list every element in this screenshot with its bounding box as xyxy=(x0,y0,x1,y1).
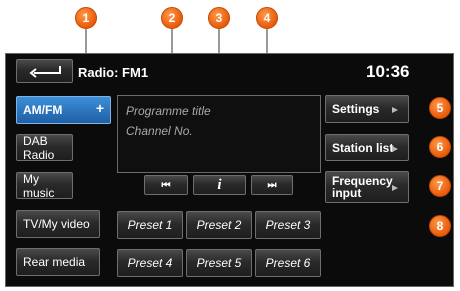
plus-icon: + xyxy=(95,100,104,116)
next-button[interactable]: ⏭ xyxy=(251,175,293,195)
station-list-button[interactable]: Station list xyxy=(325,134,409,161)
preset-3-button[interactable]: Preset 3 xyxy=(255,211,321,239)
channel-number: Channel No. xyxy=(126,124,193,138)
programme-title: Programme title xyxy=(126,104,211,118)
settings-label: Settings xyxy=(332,102,380,116)
preset-4-button[interactable]: Preset 4 xyxy=(117,249,183,277)
page-title: Radio: FM1 xyxy=(78,65,149,80)
sidebar-item-label: My music xyxy=(23,171,55,200)
preset-label: Preset 3 xyxy=(265,218,311,232)
chevron-right-icon xyxy=(392,181,398,193)
callout-1: 1 xyxy=(75,7,97,29)
preset-label: Preset 1 xyxy=(127,218,173,232)
station-list-label: Station list xyxy=(332,140,394,155)
previous-icon: ⏮ xyxy=(161,179,171,191)
sidebar-item-label: Rear media xyxy=(23,255,86,269)
callout-5: 5 xyxy=(429,97,451,119)
sidebar-item-dab-radio[interactable]: DAB Radio xyxy=(16,133,73,162)
clock: 10:36 xyxy=(366,62,410,81)
sidebar-item-my-music[interactable]: My music xyxy=(16,171,73,200)
callout-6: 6 xyxy=(429,136,451,158)
sidebar-item-rear-media[interactable]: Rear media xyxy=(16,248,100,276)
callout-2: 2 xyxy=(161,7,183,29)
preset-label: Preset 4 xyxy=(127,256,173,270)
sidebar-item-label: AM/FM xyxy=(23,103,63,117)
back-arrow-icon xyxy=(28,66,61,78)
back-button[interactable] xyxy=(16,59,73,83)
sidebar-item-label: DAB Radio xyxy=(23,133,55,162)
preset-label: Preset 2 xyxy=(196,218,242,232)
sidebar-item-am-fm[interactable]: AM/FM + xyxy=(16,96,111,124)
info-button[interactable]: i xyxy=(193,175,246,195)
sidebar-item-tv-my-video[interactable]: TV/My video xyxy=(16,210,100,238)
sidebar-item-label: TV/My video xyxy=(23,217,90,231)
preset-label: Preset 5 xyxy=(196,256,242,270)
next-icon: ⏭ xyxy=(267,179,277,191)
preset-1-button[interactable]: Preset 1 xyxy=(117,211,183,239)
previous-button[interactable]: ⏮ xyxy=(144,175,188,195)
chevron-right-icon xyxy=(392,102,398,116)
frequency-input-button[interactable]: Frequency input xyxy=(325,171,409,203)
chevron-right-icon xyxy=(392,141,398,155)
settings-button[interactable]: Settings xyxy=(325,95,409,123)
frequency-input-label: Frequency input xyxy=(332,174,393,200)
preset-2-button[interactable]: Preset 2 xyxy=(186,211,252,239)
preset-6-button[interactable]: Preset 6 xyxy=(255,249,321,277)
preset-5-button[interactable]: Preset 5 xyxy=(186,249,252,277)
info-icon: i xyxy=(217,176,222,193)
callout-8: 8 xyxy=(429,215,451,237)
preset-label: Preset 6 xyxy=(265,256,311,270)
callout-7: 7 xyxy=(429,175,451,197)
station-display: Programme title Channel No. xyxy=(117,95,321,173)
callout-3: 3 xyxy=(208,7,230,29)
callout-4: 4 xyxy=(256,7,278,29)
